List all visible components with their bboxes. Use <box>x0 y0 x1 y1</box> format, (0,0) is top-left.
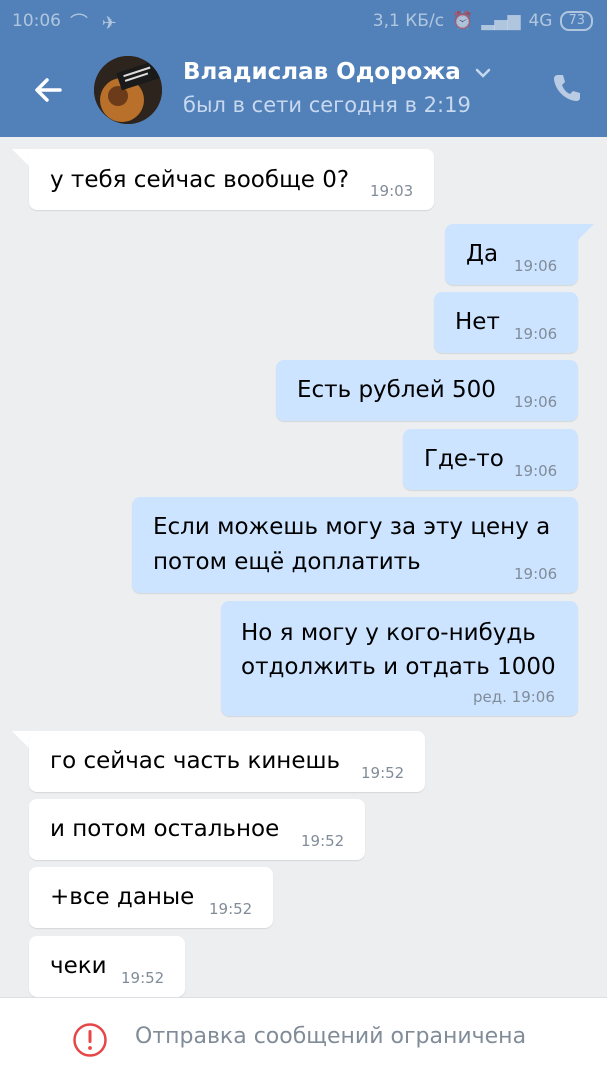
message-text-line-2: потом ещё доплатить <box>153 549 421 575</box>
message-text: Где-то <box>424 446 504 472</box>
message-bubble-outgoing[interactable]: Есть рублей 500 19:06 <box>276 360 578 421</box>
chat-header: 10:06 ⌒ ✈ 3,1 КБ/с ⏰ ▂▄▆ 4G 73 Владислав… <box>0 0 607 137</box>
message-bubble-outgoing[interactable]: Но я могу у кого-нибудь отдолжить и отда… <box>221 601 578 716</box>
network-speed: 3,1 КБ/с <box>372 11 445 31</box>
message-text: +все даные <box>50 884 195 910</box>
battery-indicator: 73 <box>560 11 593 31</box>
notification-icons: ⌒ ✈ <box>70 13 121 34</box>
message-time: 19:06 <box>514 462 558 480</box>
exclamation-circle-icon <box>73 1023 107 1057</box>
message-bubble-outgoing[interactable]: Если можешь могу за эту цену а потом ещё… <box>132 497 578 593</box>
status-bar: 10:06 ⌒ ✈ 3,1 КБ/с ⏰ ▂▄▆ 4G 73 <box>0 0 607 42</box>
alarm-icon: ⏰ <box>452 11 474 31</box>
message-text: и потом остальное <box>50 816 280 842</box>
message-time-edited: ред. 19:06 <box>473 688 555 706</box>
restriction-text: Отправка сообщений ограничена <box>135 1024 527 1049</box>
message-time: 19:52 <box>121 969 165 987</box>
status-right: 3,1 КБ/с ⏰ ▂▄▆ 4G 73 <box>373 11 593 31</box>
message-bubble-incoming[interactable]: и потом остальное 19:52 <box>29 799 365 860</box>
message-time: 19:06 <box>514 393 558 411</box>
message-text: го сейчас часть кинешь <box>50 748 341 774</box>
message-text: Да <box>466 241 499 267</box>
back-arrow-icon[interactable] <box>28 70 68 110</box>
message-time: 19:52 <box>209 900 253 918</box>
message-time: 19:52 <box>361 764 405 782</box>
message-bubble-incoming[interactable]: +все даные 19:52 <box>29 867 273 928</box>
network-type: 4G <box>528 11 553 31</box>
message-text-line-1: Если можешь могу за эту цену а <box>153 514 551 540</box>
message-text: Есть рублей 500 <box>297 377 496 403</box>
message-bubble-outgoing[interactable]: Нет 19:06 <box>434 292 578 353</box>
status-time: 10:06 <box>12 11 61 31</box>
message-restriction-bar: Отправка сообщений ограничена <box>0 997 607 1081</box>
last-seen-status: был в сети сегодня в 2:19 <box>183 93 471 117</box>
contact-name-text: Владислав Одорожа <box>183 59 461 85</box>
message-time: 19:06 <box>514 565 558 583</box>
message-text: у тебя сейчас вообще 0? <box>50 167 350 193</box>
message-time: 19:06 <box>514 325 558 343</box>
message-text: чеки <box>50 953 107 979</box>
contact-name[interactable]: Владислав Одорожа <box>183 59 491 85</box>
message-text-line-2: отдолжить и отдать 1000 <box>241 654 556 680</box>
avatar[interactable] <box>94 56 162 124</box>
message-text-line-1: Но я могу у кого-нибудь <box>241 620 536 646</box>
message-bubble-incoming[interactable]: го сейчас часть кинешь 19:52 <box>29 731 425 792</box>
message-text: Нет <box>455 309 500 335</box>
message-time: 19:52 <box>301 832 345 850</box>
phone-icon[interactable] <box>551 72 583 104</box>
message-bubble-incoming[interactable]: у тебя сейчас вообще 0? 19:03 <box>29 149 434 210</box>
chevron-down-icon[interactable] <box>475 67 491 79</box>
message-time: 19:03 <box>370 182 414 200</box>
signal-icon: ▂▄▆ <box>481 11 521 31</box>
avatar-image <box>94 56 162 124</box>
message-time: 19:06 <box>514 257 558 275</box>
message-bubble-outgoing[interactable]: Где-то 19:06 <box>403 429 578 490</box>
message-bubble-incoming[interactable]: чеки 19:52 <box>29 936 185 997</box>
message-bubble-outgoing[interactable]: Да 19:06 <box>445 224 578 285</box>
